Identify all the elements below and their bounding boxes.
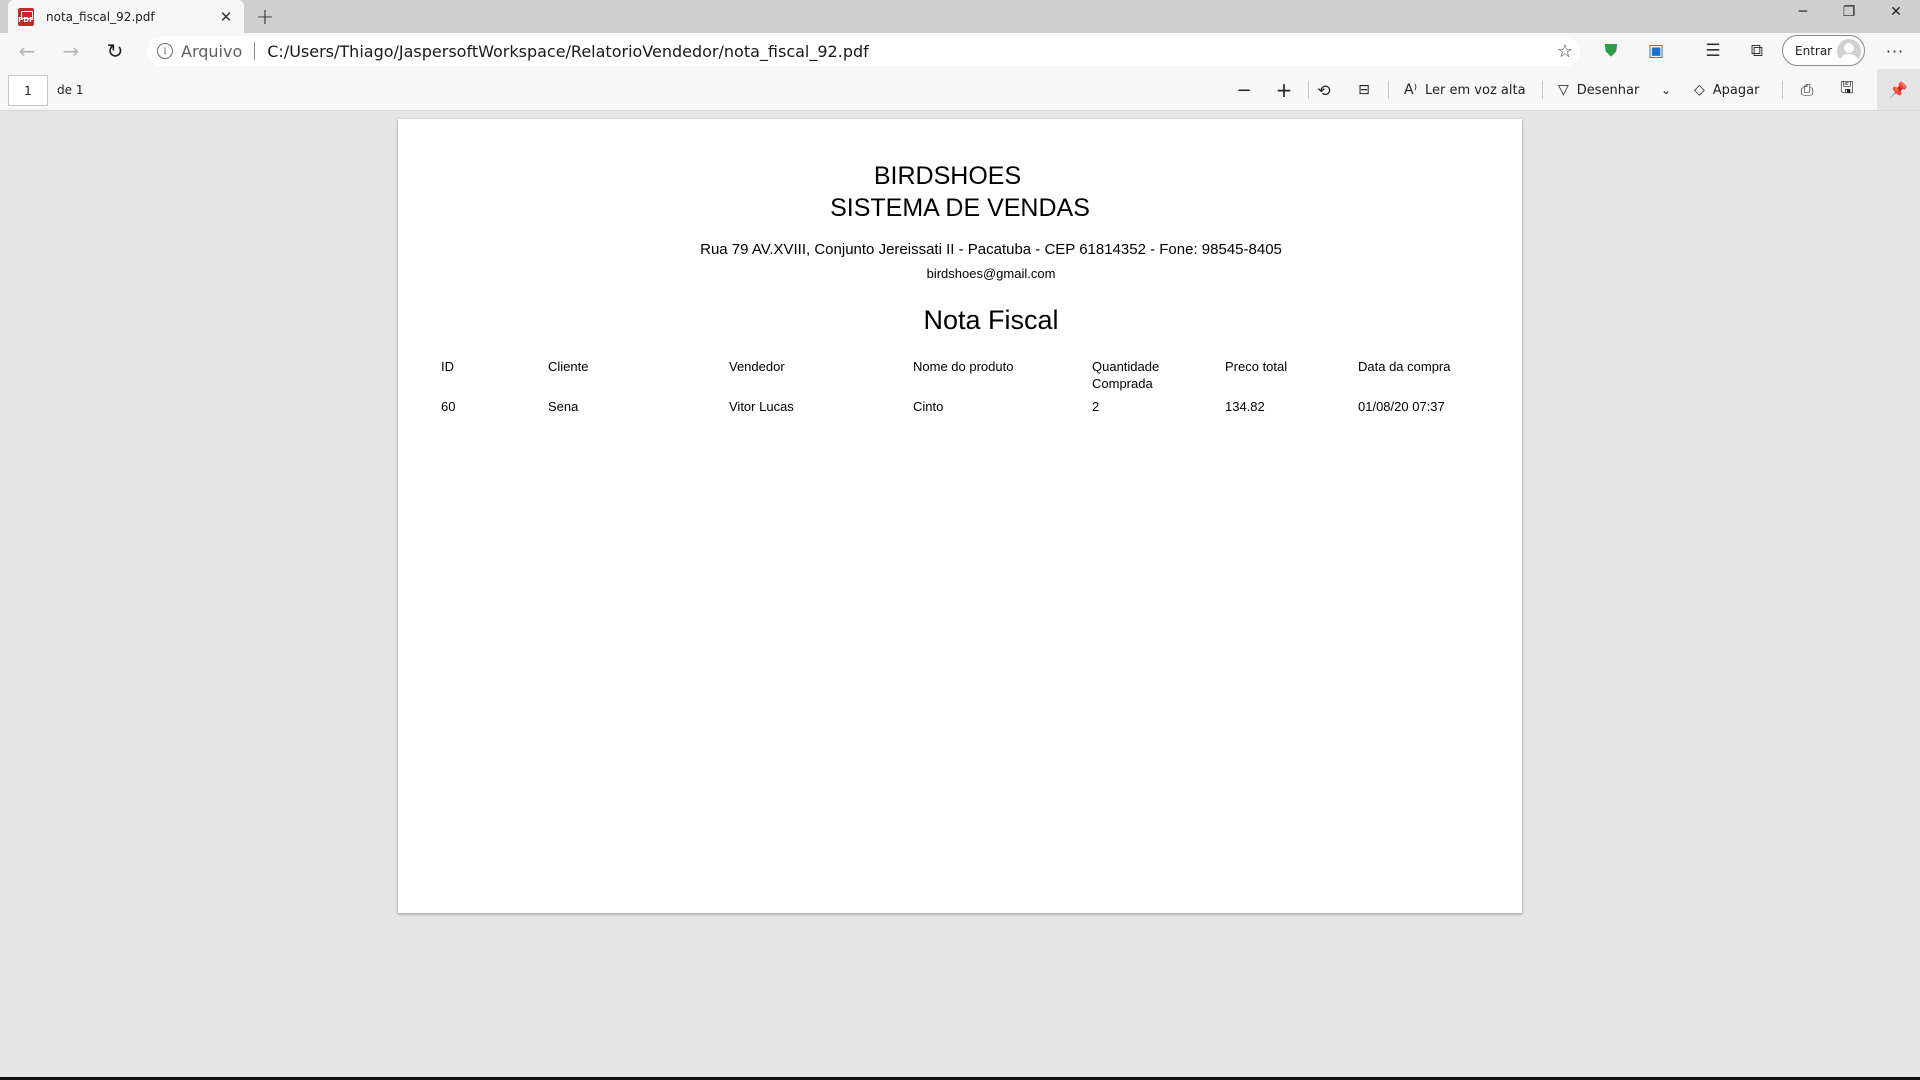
address-scheme: Arquivo bbox=[181, 41, 243, 61]
immersive-reader-icon[interactable]: ▣ bbox=[1643, 39, 1669, 63]
fit-page-icon[interactable]: ⊟ bbox=[1350, 74, 1378, 106]
close-window-button[interactable]: ✕ bbox=[1873, 0, 1919, 24]
new-tab-button[interactable]: + bbox=[252, 4, 278, 30]
more-options-icon[interactable]: ··· bbox=[1880, 39, 1910, 63]
cell-id: 60 bbox=[441, 399, 456, 414]
minimize-button[interactable]: ─ bbox=[1780, 0, 1826, 24]
header-id: ID bbox=[441, 359, 454, 374]
cell-data: 01/08/20 07:37 bbox=[1358, 399, 1445, 414]
pdf-page: BIRDSHOES SISTEMA DE VENDAS Rua 79 AV.XV… bbox=[398, 119, 1522, 913]
header-produto: Nome do produto bbox=[913, 359, 1014, 374]
toolbar-divider bbox=[1388, 81, 1389, 99]
pin-toolbar-icon[interactable]: 📌 bbox=[1877, 69, 1920, 110]
sign-in-label: Entrar bbox=[1795, 43, 1833, 58]
eraser-icon: ◇ bbox=[1694, 82, 1705, 98]
cell-quantidade: 2 bbox=[1092, 399, 1100, 414]
header-preco: Preco total bbox=[1225, 359, 1288, 374]
read-aloud-button[interactable]: A⁾ Ler em voz alta bbox=[1404, 74, 1526, 106]
company-header: BIRDSHOES SISTEMA DE VENDAS bbox=[398, 160, 1522, 224]
company-email: birdshoes@gmail.com bbox=[926, 266, 1056, 281]
forward-button[interactable]: → bbox=[56, 37, 86, 65]
restore-button[interactable]: ❐ bbox=[1826, 0, 1872, 24]
company-name: BIRDSHOES bbox=[873, 162, 1022, 190]
header-quantidade: Quantidade Comprada bbox=[1092, 358, 1159, 392]
cell-preco: 134.82 bbox=[1225, 399, 1265, 414]
toolbar-divider bbox=[1308, 81, 1309, 99]
draw-label: Desenhar bbox=[1576, 82, 1640, 98]
draw-options-chevron-icon[interactable]: ⌄ bbox=[1656, 74, 1676, 106]
save-icon[interactable]: 🖫 bbox=[1833, 74, 1861, 106]
pdf-file-icon: PDF bbox=[18, 7, 34, 26]
read-aloud-icon: A⁾ bbox=[1404, 82, 1418, 98]
company-subtitle: SISTEMA DE VENDAS bbox=[830, 194, 1090, 222]
shield-extension-icon[interactable]: ⛊ bbox=[1598, 39, 1624, 63]
tab-close-icon[interactable]: ✕ bbox=[214, 5, 238, 29]
print-icon[interactable]: ⎙ bbox=[1793, 74, 1821, 106]
zoom-out-icon[interactable]: − bbox=[1230, 74, 1258, 106]
info-icon[interactable]: i bbox=[157, 43, 173, 59]
rotate-icon[interactable]: ⟲ bbox=[1310, 74, 1338, 106]
navigation-bar: ← → ↻ i Arquivo C:/Users/Thiago/Jasperso… bbox=[0, 33, 1920, 69]
company-address: Rua 79 AV.XVIII, Conjunto Jereissati II … bbox=[700, 241, 1282, 258]
favorites-icon[interactable]: ☰ bbox=[1700, 39, 1726, 63]
pdf-toolbar: de 1 − + ⟲ ⊟ A⁾ Ler em voz alta ▽ Desenh… bbox=[0, 69, 1920, 111]
back-button[interactable]: ← bbox=[12, 37, 42, 65]
avatar-icon bbox=[1837, 39, 1861, 63]
header-cliente: Cliente bbox=[548, 359, 589, 374]
header-quantidade-line2: Comprada bbox=[1092, 376, 1153, 391]
document-title: Nota Fiscal bbox=[923, 305, 1059, 335]
page-number-input[interactable] bbox=[8, 75, 48, 106]
address-separator bbox=[254, 42, 256, 60]
sign-in-button[interactable]: Entrar bbox=[1782, 35, 1865, 66]
cell-cliente: Sena bbox=[548, 399, 579, 414]
tab-title: nota_fiscal_92.pdf bbox=[46, 9, 155, 24]
favorite-star-icon[interactable]: ☆ bbox=[1550, 37, 1580, 65]
header-vendedor: Vendedor bbox=[729, 359, 785, 374]
page-total: de 1 bbox=[57, 83, 84, 97]
url-text[interactable]: C:/Users/Thiago/JaspersoftWorkspace/Rela… bbox=[267, 42, 1550, 61]
header-data: Data da compra bbox=[1358, 359, 1451, 374]
refresh-button[interactable]: ↻ bbox=[100, 37, 130, 65]
erase-button[interactable]: ◇ Apagar bbox=[1694, 74, 1759, 106]
toolbar-divider bbox=[1782, 81, 1783, 99]
zoom-in-icon[interactable]: + bbox=[1270, 74, 1298, 106]
cell-vendedor: Vitor Lucas bbox=[729, 399, 794, 414]
header-quantidade-line1: Quantidade bbox=[1092, 359, 1160, 374]
toolbar-divider bbox=[1542, 81, 1543, 99]
address-bar[interactable]: i Arquivo C:/Users/Thiago/JaspersoftWork… bbox=[147, 36, 1580, 66]
draw-icon: ▽ bbox=[1558, 82, 1569, 98]
active-tab[interactable]: PDF nota_fiscal_92.pdf ✕ bbox=[8, 0, 244, 33]
collections-icon[interactable]: ⧉ bbox=[1744, 39, 1770, 63]
read-aloud-label: Ler em voz alta bbox=[1425, 82, 1526, 98]
cell-produto: Cinto bbox=[913, 399, 944, 414]
erase-label: Apagar bbox=[1712, 82, 1760, 98]
title-bar: PDF nota_fiscal_92.pdf ✕ + ─ ❐ ✕ bbox=[0, 0, 1920, 33]
draw-button[interactable]: ▽ Desenhar bbox=[1558, 74, 1639, 106]
